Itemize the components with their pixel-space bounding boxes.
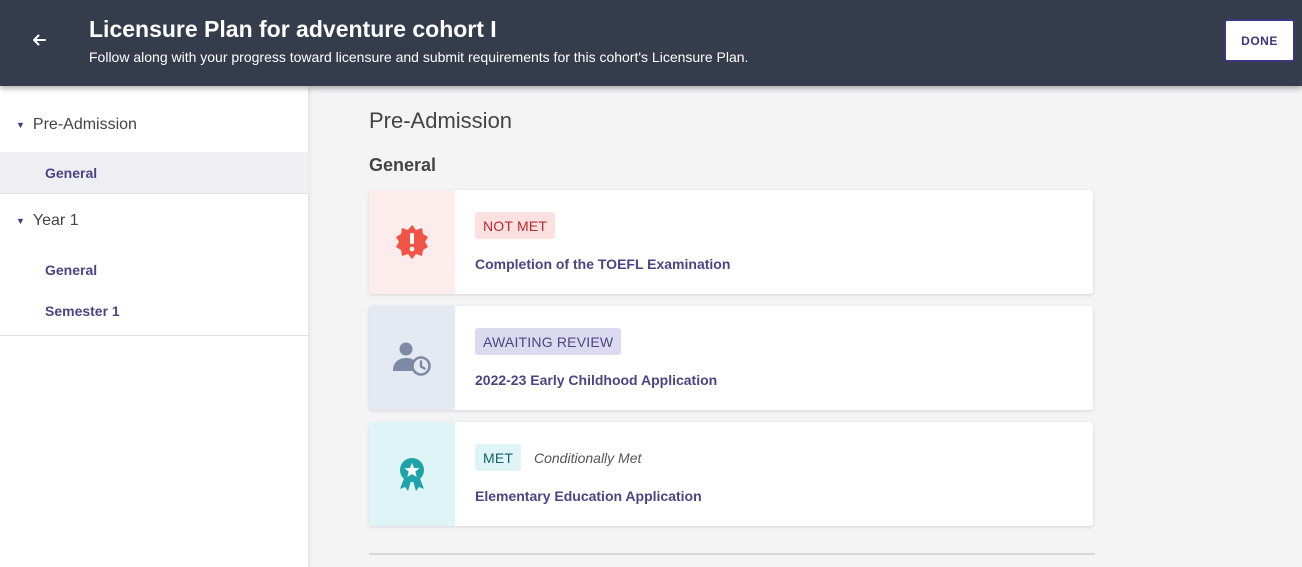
requirement-card-early-childhood[interactable]: AWAITING REVIEW 2022-23 Early Childhood …: [369, 306, 1093, 410]
requirement-title[interactable]: Elementary Education Application: [475, 488, 702, 504]
card-body: MET Conditionally Met Elementary Educati…: [455, 422, 1093, 526]
card-body: AWAITING REVIEW 2022-23 Early Childhood …: [455, 306, 1093, 410]
status-badge: MET: [475, 444, 522, 471]
sidebar-item-pre-admission-general[interactable]: General: [0, 152, 309, 193]
requirement-title[interactable]: 2022-23 Early Childhood Application: [475, 372, 717, 388]
card-icon-panel: [369, 306, 455, 410]
requirement-card-elementary-education[interactable]: MET Conditionally Met Elementary Educati…: [369, 422, 1093, 526]
requirement-card-toefl[interactable]: NOT MET Completion of the TOEFL Examinat…: [369, 190, 1093, 294]
page-subtitle: Follow along with your progress toward l…: [89, 49, 749, 65]
sidebar-group-pre-admission[interactable]: ▼ Pre-Admission: [0, 103, 309, 147]
card-body: NOT MET Completion of the TOEFL Examinat…: [455, 190, 1093, 294]
status-sublabel: Conditionally Met: [534, 450, 642, 466]
alert-badge-icon: [396, 225, 428, 259]
user-clock-icon: [393, 342, 431, 376]
top-header: Licensure Plan for adventure cohort I Fo…: [0, 0, 1302, 86]
sidebar-item-semester-1[interactable]: Semester 1: [0, 290, 309, 331]
section-heading: Pre-Admission: [369, 108, 513, 133]
back-button[interactable]: [24, 26, 54, 54]
sidebar-group-year-1[interactable]: ▼ Year 1: [0, 199, 309, 243]
requirement-title[interactable]: Completion of the TOEFL Examination: [475, 256, 730, 272]
sidebar-divider: [0, 335, 309, 336]
card-icon-panel: [369, 190, 455, 294]
section-divider: [369, 553, 1095, 555]
sidebar-group-label: Year 1: [32, 212, 79, 229]
sidebar-item-year-1-general[interactable]: General: [0, 249, 309, 290]
caret-down-icon: ▼: [16, 216, 25, 226]
subsection-heading: General: [369, 155, 437, 175]
caret-down-icon: ▼: [16, 120, 25, 130]
status-badge: NOT MET: [475, 212, 556, 239]
arrow-left-icon: [33, 34, 46, 46]
card-icon-panel: [369, 422, 455, 526]
sidebar-divider: [0, 193, 309, 194]
status-badge: AWAITING REVIEW: [475, 328, 622, 355]
award-ribbon-icon: [400, 458, 424, 491]
sidebar-group-label: Pre-Admission: [32, 116, 137, 133]
done-button[interactable]: DONE: [1224, 19, 1295, 62]
sidebar: ▼ Pre-Admission General ▼ Year 1 General…: [0, 86, 309, 567]
page-title: Licensure Plan for adventure cohort I: [89, 16, 497, 42]
